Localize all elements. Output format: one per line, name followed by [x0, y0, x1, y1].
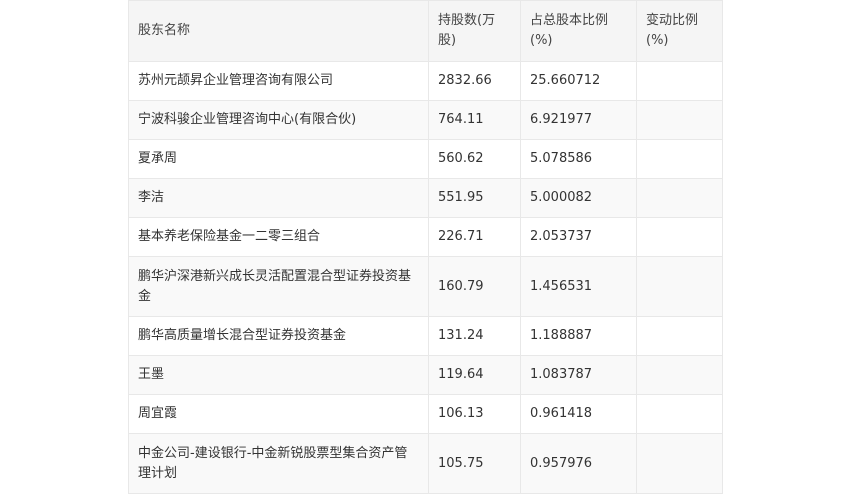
cell-name: 基本养老保险基金一二零三组合 [128, 217, 429, 257]
cell-name: 鹏华高质量增长混合型证券投资基金 [128, 316, 429, 356]
cell-shares: 106.13 [428, 394, 521, 434]
cell-shares: 131.24 [428, 316, 521, 356]
cell-name: 夏承周 [128, 139, 429, 179]
cell-ratio: 5.000082 [520, 178, 637, 218]
shareholder-table-container: 股东名称 持股数(万股) 占总股本比例(%) 变动比例(%) 苏州元颉昇企业管理… [128, 0, 723, 494]
cell-name: 鹏华沪深港新兴成长灵活配置混合型证券投资基金 [128, 256, 429, 317]
cell-shares: 551.95 [428, 178, 521, 218]
header-shares: 持股数(万股) [428, 0, 521, 62]
cell-shares: 764.11 [428, 100, 521, 140]
header-shareholder-name: 股东名称 [128, 0, 429, 62]
cell-shares: 2832.66 [428, 61, 521, 101]
cell-change [636, 139, 723, 179]
table-row: 鹏华沪深港新兴成长灵活配置混合型证券投资基金 160.79 1.456531 [128, 256, 723, 317]
cell-change [636, 394, 723, 434]
cell-change [636, 433, 723, 494]
table-row: 鹏华高质量增长混合型证券投资基金 131.24 1.188887 [128, 316, 723, 356]
cell-ratio: 0.957976 [520, 433, 637, 494]
table-body: 苏州元颉昇企业管理咨询有限公司 2832.66 25.660712 宁波科骏企业… [128, 61, 723, 494]
cell-change [636, 61, 723, 101]
cell-change [636, 355, 723, 395]
cell-ratio: 1.188887 [520, 316, 637, 356]
cell-change [636, 100, 723, 140]
cell-ratio: 2.053737 [520, 217, 637, 257]
table-row: 夏承周 560.62 5.078586 [128, 139, 723, 179]
cell-ratio: 1.456531 [520, 256, 637, 317]
cell-ratio: 5.078586 [520, 139, 637, 179]
cell-ratio: 25.660712 [520, 61, 637, 101]
cell-name: 周宜霞 [128, 394, 429, 434]
table-row: 李洁 551.95 5.000082 [128, 178, 723, 218]
cell-shares: 226.71 [428, 217, 521, 257]
shareholder-table: 股东名称 持股数(万股) 占总股本比例(%) 变动比例(%) 苏州元颉昇企业管理… [128, 0, 723, 494]
cell-change [636, 316, 723, 356]
cell-name: 李洁 [128, 178, 429, 218]
cell-ratio: 0.961418 [520, 394, 637, 434]
cell-shares: 119.64 [428, 355, 521, 395]
table-header: 股东名称 持股数(万股) 占总股本比例(%) 变动比例(%) [128, 0, 723, 62]
table-row: 宁波科骏企业管理咨询中心(有限合伙) 764.11 6.921977 [128, 100, 723, 140]
cell-name: 宁波科骏企业管理咨询中心(有限合伙) [128, 100, 429, 140]
table-row: 中金公司-建设银行-中金新锐股票型集合资产管理计划 105.75 0.95797… [128, 433, 723, 494]
cell-change [636, 178, 723, 218]
cell-ratio: 1.083787 [520, 355, 637, 395]
cell-ratio: 6.921977 [520, 100, 637, 140]
header-row: 股东名称 持股数(万股) 占总股本比例(%) 变动比例(%) [128, 0, 723, 62]
table-row: 苏州元颉昇企业管理咨询有限公司 2832.66 25.660712 [128, 61, 723, 101]
cell-name: 中金公司-建设银行-中金新锐股票型集合资产管理计划 [128, 433, 429, 494]
cell-change [636, 256, 723, 317]
table-row: 王墨 119.64 1.083787 [128, 355, 723, 395]
cell-shares: 160.79 [428, 256, 521, 317]
table-row: 基本养老保险基金一二零三组合 226.71 2.053737 [128, 217, 723, 257]
header-change: 变动比例(%) [636, 0, 723, 62]
cell-change [636, 217, 723, 257]
table-row: 周宜霞 106.13 0.961418 [128, 394, 723, 434]
header-ratio: 占总股本比例(%) [520, 0, 637, 62]
cell-name: 王墨 [128, 355, 429, 395]
cell-name: 苏州元颉昇企业管理咨询有限公司 [128, 61, 429, 101]
cell-shares: 105.75 [428, 433, 521, 494]
cell-shares: 560.62 [428, 139, 521, 179]
